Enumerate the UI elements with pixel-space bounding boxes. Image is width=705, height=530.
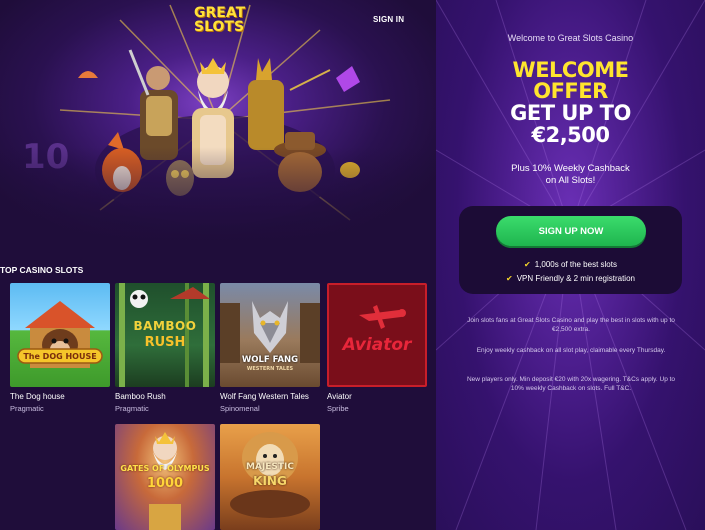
feature-text: VPN Friendly & 2 min registration	[516, 274, 635, 283]
check-icon: ✔	[524, 260, 531, 269]
cashback-line-1: Plus 10% Weekly Cashback	[511, 163, 630, 174]
game-art-title-2: KING	[253, 474, 287, 488]
game-provider: Spribe	[327, 404, 349, 413]
offer-panel: Welcome to Great Slots Casino WELCOME OF…	[436, 0, 705, 530]
game-card-dog-house[interactable]: The DOG HOUSE The Dog house Pragmatic	[10, 283, 110, 413]
game-name[interactable]: The Dog house	[10, 392, 110, 401]
fine-print-1: Join slots fans at Great Slots Casino an…	[467, 317, 675, 333]
game-thumbnail[interactable]: MAJESTIC KING	[220, 424, 320, 530]
game-thumbnail[interactable]: BAMBOO RUSH	[115, 283, 215, 387]
offer-headline-2: OFFER	[533, 79, 608, 103]
welcome-caption: Welcome to Great Slots Casino	[507, 33, 634, 43]
game-art-title-2: WESTERN TALES	[246, 366, 294, 372]
game-card-wolf-fang[interactable]: WOLF FANG WESTERN TALES Wolf Fang Wester…	[220, 283, 320, 413]
fine-print-2: Enjoy weekly cashback on all slot play, …	[476, 347, 666, 354]
game-art-title: Aviator	[342, 335, 412, 355]
left-panel: 10 GREAT SLOTS SIGN IN TOP CASINO SLOTS	[0, 0, 436, 530]
check-icon: ✔	[506, 274, 513, 283]
cashback-text: Plus 10% Weekly Cashback on All Slots!	[436, 163, 705, 187]
game-thumbnail[interactable]: The DOG HOUSE	[10, 283, 110, 387]
logo-line-2: SLOTS	[194, 19, 245, 35]
offer-headline-3: GET UP TO	[510, 101, 631, 125]
game-name[interactable]: Bamboo Rush	[115, 392, 215, 401]
game-card-bamboo-rush[interactable]: BAMBOO RUSH Bamboo Rush Pragmatic	[115, 283, 215, 413]
game-provider: Pragmatic	[115, 404, 149, 413]
sign-up-button[interactable]: SIGN UP NOW	[496, 216, 646, 246]
game-art-title-1: WOLF FANG	[241, 355, 299, 365]
feature-text: 1,000s of the best slots	[534, 260, 617, 269]
game-thumbnail[interactable]: GATES OF OLYMPUS 1000	[115, 424, 215, 530]
logo-line-1: GREAT	[194, 5, 246, 21]
cashback-line-2: on All Slots!	[545, 175, 596, 186]
game-art-title: The DOG HOUSE	[23, 352, 97, 361]
game-card-aviator[interactable]: Aviator Aviator Spribe	[327, 283, 427, 413]
game-card-majestic-king[interactable]: MAJESTIC KING	[220, 424, 320, 530]
game-provider: Pragmatic	[10, 404, 44, 413]
game-art-title-2: RUSH	[144, 335, 186, 350]
game-art-title-1: MAJESTIC	[246, 462, 294, 472]
sign-in-link[interactable]: SIGN IN	[373, 15, 404, 24]
game-art-title-1: BAMBOO	[133, 319, 197, 333]
game-art-title-1: GATES OF OLYMPUS	[120, 464, 210, 473]
site-logo[interactable]: GREAT SLOTS	[194, 5, 246, 35]
game-thumbnail[interactable]: Aviator	[327, 283, 427, 387]
game-card-gates-of-olympus[interactable]: GATES OF OLYMPUS 1000	[115, 424, 215, 530]
game-name[interactable]: Aviator	[327, 392, 427, 401]
game-thumbnail[interactable]: WOLF FANG WESTERN TALES	[220, 283, 320, 387]
game-provider: Spinomenal	[220, 404, 260, 413]
game-name[interactable]: Wolf Fang Western Tales	[220, 392, 320, 401]
offer-amount: €2,500	[531, 123, 610, 147]
feature-item-1: ✔ 1,000s of the best slots	[459, 260, 682, 269]
cta-box: SIGN UP NOW ✔ 1,000s of the best slots ✔ V…	[459, 206, 682, 294]
game-art-title-2: 1000	[146, 476, 184, 491]
hero-banner: 10 GREAT SLOTS SIGN IN	[0, 0, 436, 245]
hero-burst: 10	[0, 0, 436, 245]
section-title: TOP CASINO SLOTS	[0, 265, 84, 275]
feature-item-2: ✔ VPN Friendly & 2 min registration	[459, 274, 682, 283]
fine-print-terms[interactable]: New players only. Min deposit €20 with 2…	[466, 376, 676, 393]
